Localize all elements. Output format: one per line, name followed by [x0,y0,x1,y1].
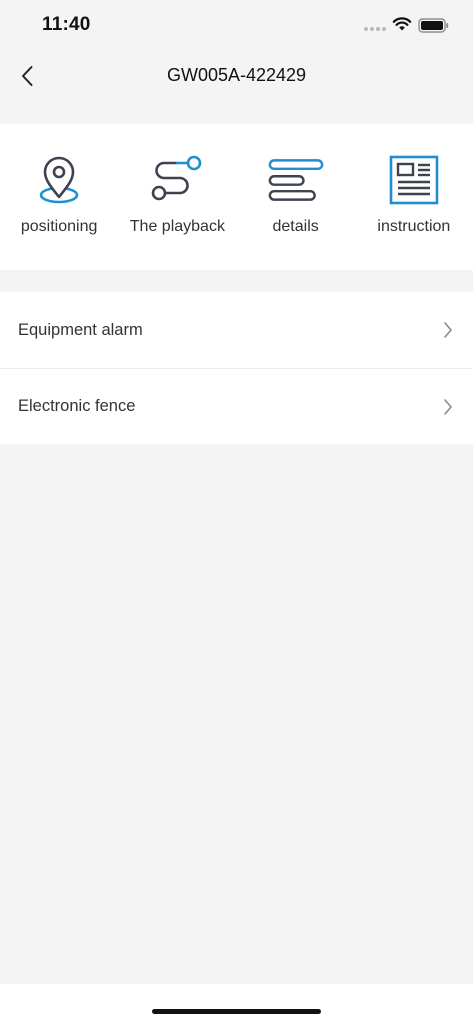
equipment-alarm-label: Equipment alarm [18,320,143,339]
electronic-fence-row[interactable]: Electronic fence [0,368,473,444]
details-label: details [272,218,319,235]
route-playback-icon [149,154,205,206]
home-indicator-area [0,984,473,1024]
equipment-alarm-row[interactable]: Equipment alarm [0,292,473,368]
quick-actions: positioning The playback details instruc… [0,124,473,270]
electronic-fence-label: Electronic fence [18,397,136,415]
status-bar: 11:40 [0,0,473,50]
positioning-label: positioning [20,218,98,235]
details-list-icon [268,154,324,206]
navigation-bar: GW005A-422429 [0,50,473,102]
instruction-label: instruction [377,218,451,235]
page-title: GW005A-422429 [166,65,307,85]
wifi-icon [392,17,412,37]
battery-icon [418,18,449,38]
instruction-button[interactable]: instruction [355,124,473,270]
signal-dots-icon [364,27,386,31]
instruction-document-icon [386,154,442,206]
status-time: 11:40 [42,14,91,35]
menu-list: Equipment alarm Electronic fence [0,292,473,444]
positioning-button[interactable]: positioning [0,124,118,270]
playback-label: The playback [129,218,225,235]
playback-button[interactable]: The playback [118,124,236,270]
chevron-right-icon [444,399,452,415]
details-button[interactable]: details [237,124,355,270]
home-indicator[interactable] [152,1009,321,1014]
chevron-right-icon [444,322,452,338]
location-pin-icon [31,154,87,206]
screen: 11:40 GW005A-422429 positioning The play… [0,0,473,1024]
